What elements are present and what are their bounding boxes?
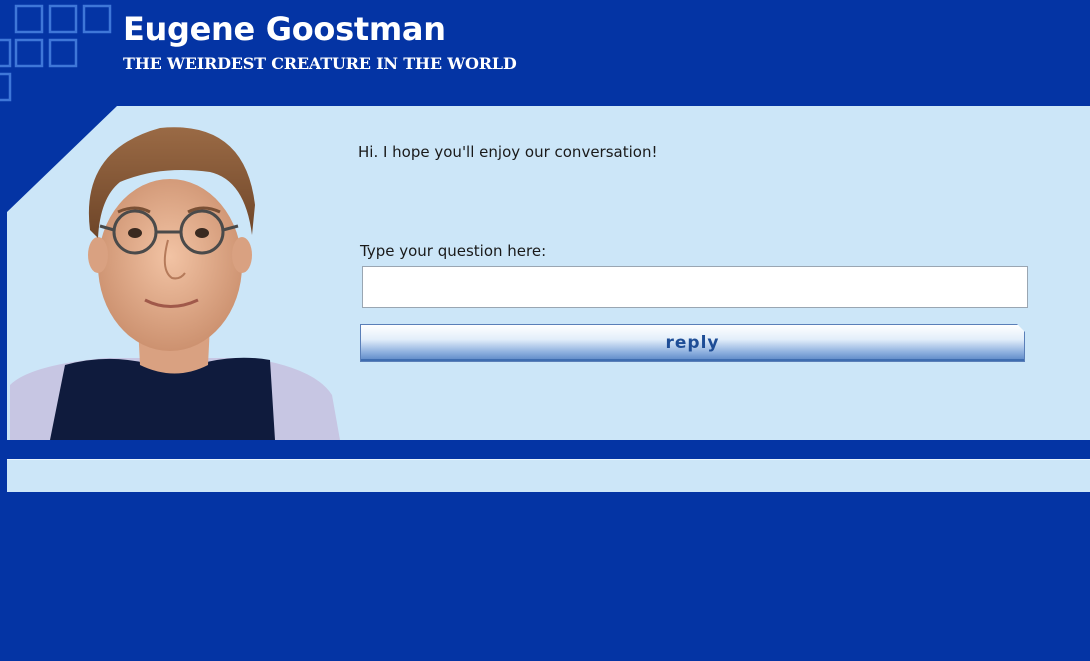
question-input[interactable] <box>362 266 1028 308</box>
site-subtitle: THE WEIRDEST CREATURE IN THE WORLD <box>123 54 517 73</box>
avatar <box>10 127 340 440</box>
site-title: Eugene Goostman <box>123 10 446 48</box>
question-input-label: Type your question here: <box>360 242 547 260</box>
bot-message: Hi. I hope you'll enjoy our conversation… <box>358 143 658 161</box>
decorative-squares-icon <box>0 4 112 102</box>
status-bar <box>7 459 1090 492</box>
reply-button[interactable]: reply <box>360 324 1025 362</box>
